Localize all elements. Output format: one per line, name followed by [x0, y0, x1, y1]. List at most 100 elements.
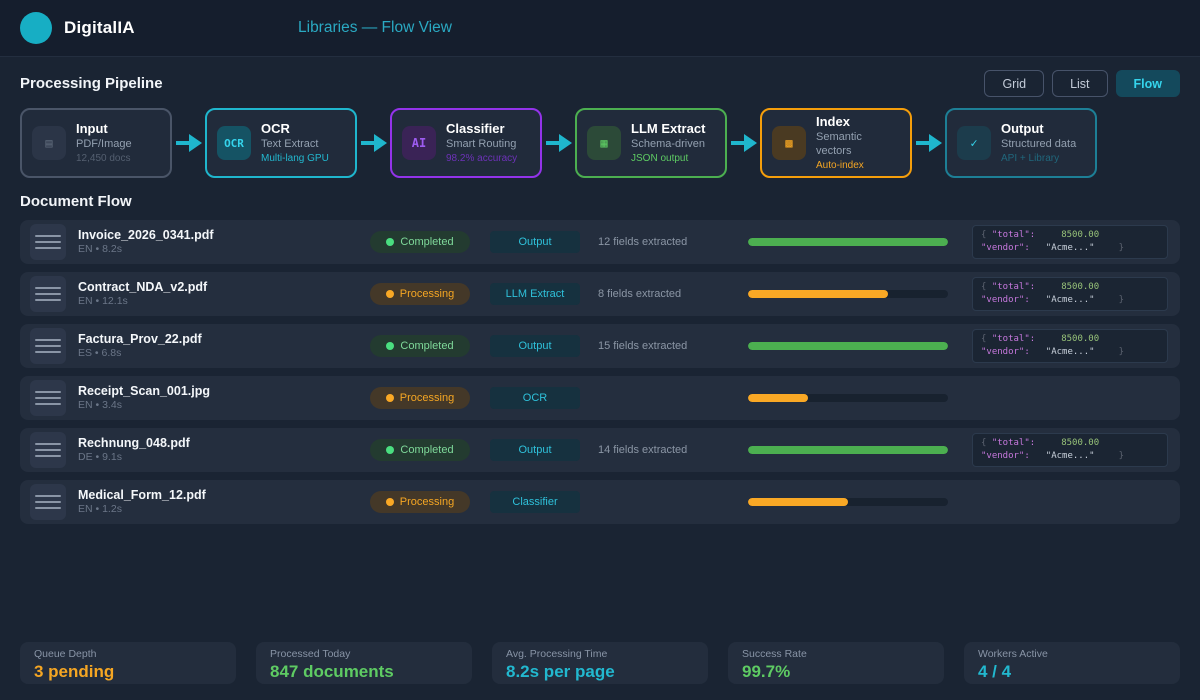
status-dot-icon	[386, 290, 394, 298]
flow-arrow-icon	[357, 134, 390, 152]
document-row[interactable]: Factura_Prov_22.pdf ES • 6.8s Completed …	[20, 324, 1180, 368]
flow-arrow-icon	[727, 134, 760, 152]
stage-subtitle: Smart Routing	[446, 137, 517, 151]
document-row[interactable]: Receipt_Scan_001.jpg EN • 3.4s Processin…	[20, 376, 1180, 420]
document-name: Rechnung_048.pdf	[78, 435, 370, 451]
stage-name: Classifier	[446, 121, 517, 137]
json-preview: { "total":8500.00 "vendor":"Acme..."}	[972, 277, 1168, 311]
stage-subtitle: Schema-driven	[631, 137, 705, 151]
pipeline-stage-llm-extract[interactable]: ▦ LLM Extract Schema-driven JSON output	[575, 108, 727, 178]
stat-queue-depth: Queue Depth 3 pending	[20, 642, 236, 684]
stage-meta: API + Library	[1001, 152, 1076, 166]
view-button-flow[interactable]: Flow	[1116, 70, 1180, 97]
progress-bar	[748, 498, 948, 506]
fields-extracted-label: 12 fields extracted	[598, 236, 748, 248]
document-meta: EN • 12.1s	[78, 295, 370, 309]
ai-classifier-icon: AI	[402, 126, 436, 160]
json-preview: { "total":8500.00 "vendor":"Acme..."}	[972, 433, 1168, 467]
llm-extract-icon: ▦	[587, 126, 621, 160]
pipeline-stage-input[interactable]: ▤ Input PDF/Image 12,450 docs	[20, 108, 172, 178]
document-row[interactable]: Rechnung_048.pdf DE • 9.1s Completed Out…	[20, 428, 1180, 472]
stage-name: LLM Extract	[631, 121, 705, 137]
fields-extracted-label: 15 fields extracted	[598, 340, 748, 352]
stage-meta: JSON output	[631, 152, 705, 166]
stage-subtitle: Semantic vectors	[816, 130, 900, 159]
stage-meta: 98.2% accuracy	[446, 152, 517, 166]
pipeline-stage-classifier[interactable]: AI Classifier Smart Routing 98.2% accura…	[390, 108, 542, 178]
status-badge: Completed	[370, 231, 470, 253]
document-name: Medical_Form_12.pdf	[78, 487, 370, 503]
document-meta: EN • 1.2s	[78, 503, 370, 517]
app-logo	[20, 12, 52, 44]
document-name: Factura_Prov_22.pdf	[78, 331, 370, 347]
document-name: Invoice_2026_0341.pdf	[78, 227, 370, 243]
current-stage-badge: Output	[490, 439, 580, 461]
view-button-grid[interactable]: Grid	[984, 70, 1044, 97]
ocr-icon: OCR	[217, 126, 251, 160]
stat-processed-today: Processed Today 847 documents	[256, 642, 472, 684]
document-input-icon: ▤	[32, 126, 66, 160]
flow-arrow-icon	[542, 134, 575, 152]
status-badge: Completed	[370, 439, 470, 461]
document-thumbnail-icon	[30, 484, 66, 520]
view-button-list[interactable]: List	[1052, 70, 1107, 97]
stat-avg-processing-time: Avg. Processing Time 8.2s per page	[492, 642, 708, 684]
status-dot-icon	[386, 342, 394, 350]
stage-name: Input	[76, 121, 132, 137]
json-preview: { "total":8500.00 "vendor":"Acme..."}	[972, 225, 1168, 259]
flow-arrow-icon	[172, 134, 205, 152]
document-thumbnail-icon	[30, 432, 66, 468]
status-dot-icon	[386, 446, 394, 454]
stat-success-rate: Success Rate 99.7%	[728, 642, 944, 684]
document-thumbnail-icon	[30, 276, 66, 312]
stat-workers-active: Workers Active 4 / 4	[964, 642, 1180, 684]
view-toggle: Grid List Flow	[984, 70, 1180, 97]
document-meta: EN • 8.2s	[78, 243, 370, 257]
progress-bar	[748, 238, 948, 246]
processing-pipeline: ▤ Input PDF/Image 12,450 docs OCR OCR Te…	[20, 107, 1180, 179]
document-meta: EN • 3.4s	[78, 399, 370, 413]
current-stage-badge: LLM Extract	[490, 283, 580, 305]
status-dot-icon	[386, 394, 394, 402]
flow-arrow-icon	[912, 134, 945, 152]
document-row[interactable]: Medical_Form_12.pdf EN • 1.2s Processing…	[20, 480, 1180, 524]
fields-extracted-label: 14 fields extracted	[598, 444, 748, 456]
document-name: Contract_NDA_v2.pdf	[78, 279, 370, 295]
stage-subtitle: PDF/Image	[76, 137, 132, 151]
document-row[interactable]: Invoice_2026_0341.pdf EN • 8.2s Complete…	[20, 220, 1180, 264]
app-header: DigitalIA Libraries — Flow View	[0, 0, 1200, 57]
current-stage-badge: Classifier	[490, 491, 580, 513]
document-flow-section-title: Document Flow	[20, 193, 132, 210]
document-meta: DE • 9.1s	[78, 451, 370, 465]
stage-name: OCR	[261, 121, 329, 137]
json-preview: { "total":8500.00 "vendor":"Acme..."}	[972, 329, 1168, 363]
document-meta: ES • 6.8s	[78, 347, 370, 361]
stage-subtitle: Structured data	[1001, 137, 1076, 151]
status-badge: Completed	[370, 335, 470, 357]
document-thumbnail-icon	[30, 328, 66, 364]
pipeline-stage-index[interactable]: ▩ Index Semantic vectors Auto-index	[760, 108, 912, 178]
progress-bar	[748, 342, 948, 350]
status-dot-icon	[386, 238, 394, 246]
stage-meta: Multi-lang GPU	[261, 152, 329, 166]
current-stage-badge: OCR	[490, 387, 580, 409]
index-grid-icon: ▩	[772, 126, 806, 160]
stats-bar: Queue Depth 3 pending Processed Today 84…	[20, 642, 1180, 684]
status-dot-icon	[386, 498, 394, 506]
document-row[interactable]: Contract_NDA_v2.pdf EN • 12.1s Processin…	[20, 272, 1180, 316]
document-thumbnail-icon	[30, 380, 66, 416]
status-badge: Processing	[370, 283, 470, 305]
pipeline-stage-output[interactable]: ✓ Output Structured data API + Library	[945, 108, 1097, 178]
document-flow-list: Invoice_2026_0341.pdf EN • 8.2s Complete…	[20, 220, 1180, 524]
stage-meta: Auto-index	[816, 159, 900, 173]
fields-extracted-label: 8 fields extracted	[598, 288, 748, 300]
checkmark-icon: ✓	[957, 126, 991, 160]
pipeline-stage-ocr[interactable]: OCR OCR Text Extract Multi-lang GPU	[205, 108, 357, 178]
breadcrumb: Libraries — Flow View	[298, 19, 452, 37]
current-stage-badge: Output	[490, 335, 580, 357]
current-stage-badge: Output	[490, 231, 580, 253]
stage-name: Index	[816, 114, 900, 130]
progress-bar	[748, 394, 948, 402]
progress-bar	[748, 446, 948, 454]
stage-name: Output	[1001, 121, 1076, 137]
